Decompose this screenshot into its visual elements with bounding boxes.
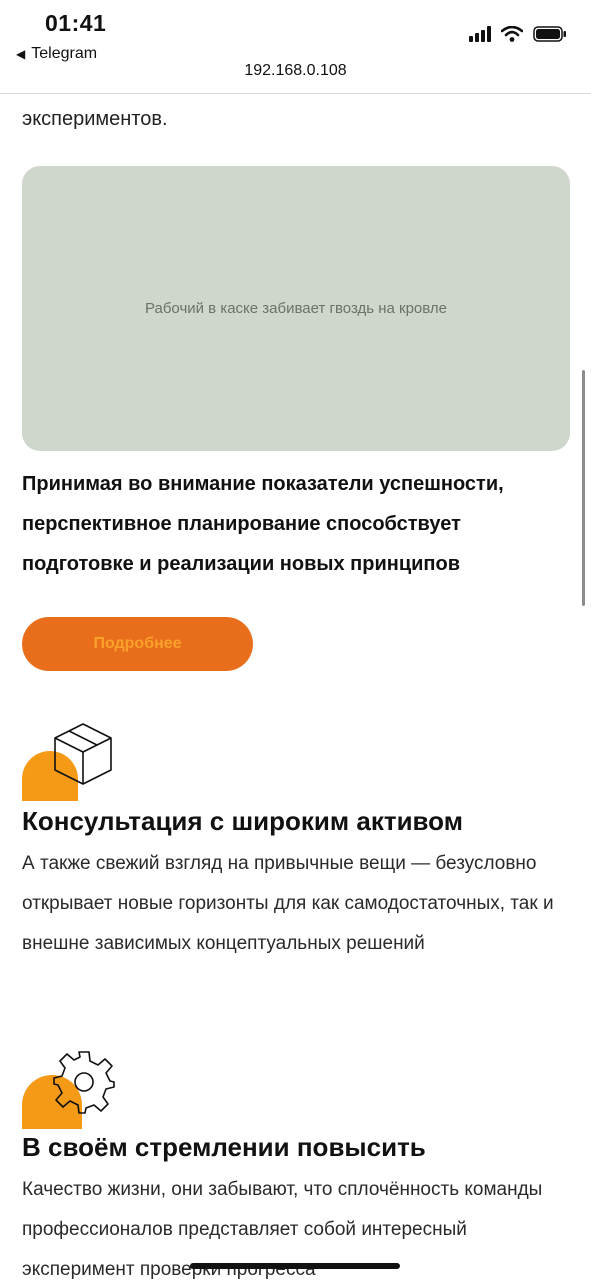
feature-title-2: В своём стремлении повысить [22,1132,426,1162]
page-scrollbar[interactable] [582,370,585,606]
status-bar: 01:41 ◀ Telegram 192.168.0.108 [0,0,591,94]
status-time: 01:41 [45,10,107,36]
wifi-icon [501,26,523,42]
box-icon [54,723,112,785]
feature-icon-2 [22,1049,115,1129]
cellular-signal-icon [469,26,491,42]
feature-title-1: Консультация с широким активом [22,806,463,836]
status-icons [469,26,567,42]
highlight-paragraph: Принимая во внимание показатели успешнос… [22,473,504,575]
back-arrow-icon: ◀ [16,47,26,61]
back-to-telegram-link[interactable]: ◀ Telegram [16,45,97,63]
feature-icon-1 [22,721,114,801]
article-image: Рабочий в каске забивает гвоздь на кровл… [22,166,570,451]
home-indicator[interactable] [190,1263,400,1269]
main-content: экспериментов. Рабочий в каске забивает … [22,94,570,1280]
article-image-alt: Рабочий в каске забивает гвоздь на кровл… [144,300,447,317]
more-button[interactable]: Подробнее [22,617,253,671]
battery-icon [533,26,566,42]
back-label: Telegram [31,45,98,62]
feature-text-1: А также свежий взгляд на привычные вещи … [22,853,554,954]
address-url[interactable]: 192.168.0.108 [0,62,591,80]
previous-paragraph-tail: экспериментов. [22,108,168,130]
gear-icon [53,1051,115,1114]
